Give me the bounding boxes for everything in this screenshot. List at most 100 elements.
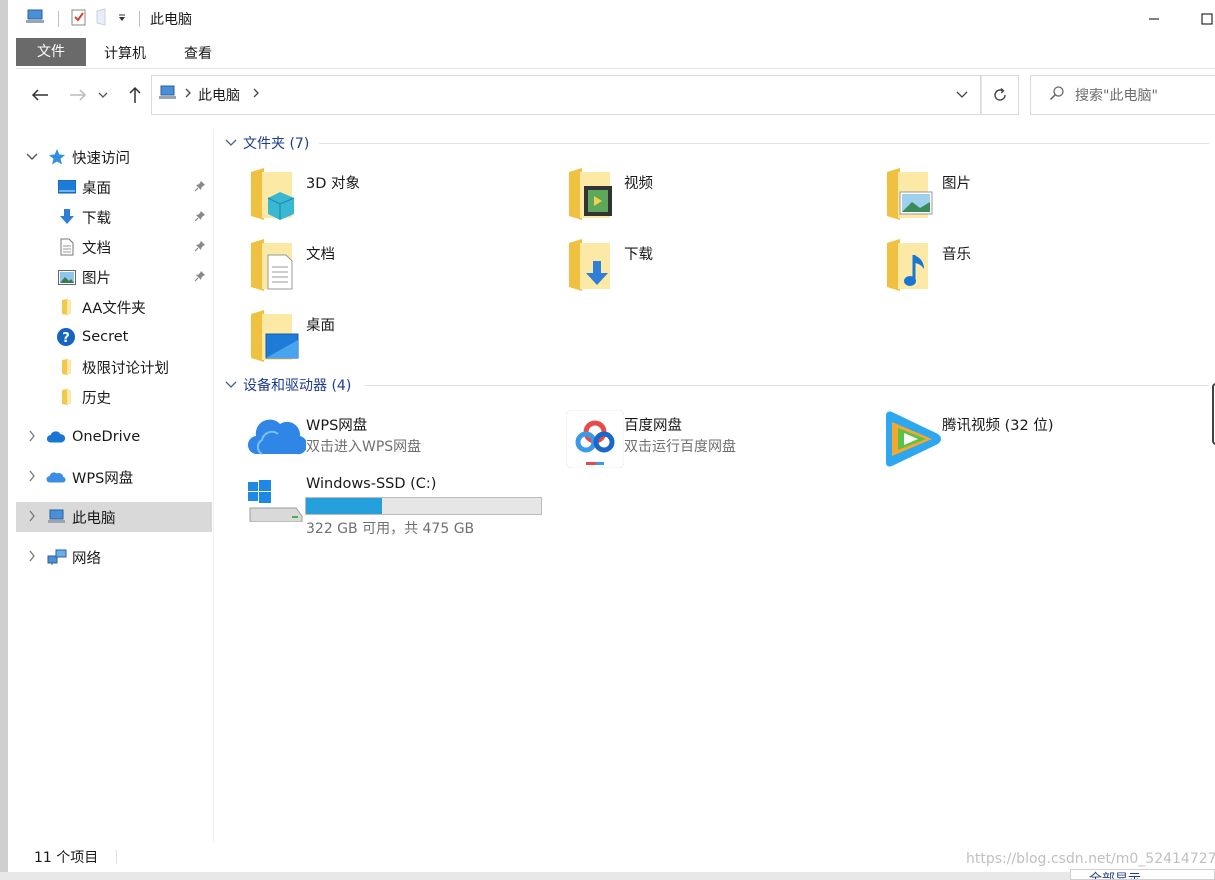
pictures-folder-icon (884, 168, 944, 232)
sidebar-item-documents[interactable]: 文档 (16, 232, 212, 262)
group-title: 设备和驱动器 (4) (243, 378, 352, 394)
breadcrumb-separator-icon (184, 87, 192, 103)
qat-separator (58, 11, 59, 27)
sidebar-item-label: 图片 (82, 270, 111, 287)
drive-usage-bar (305, 497, 542, 515)
sidebar-item-label: 网络 (72, 550, 101, 567)
sidebar-item-label: 文档 (82, 240, 111, 257)
drive-name: Windows-SSD (C:) (306, 476, 437, 492)
pin-icon[interactable] (194, 240, 206, 255)
maximize-icon (1201, 13, 1213, 25)
desktop-folder-icon (248, 310, 308, 374)
folder-name: 桌面 (306, 318, 335, 334)
download-arrow-icon (57, 207, 77, 227)
sidebar-item-secret[interactable]: ? Secret (16, 322, 212, 352)
new-folder-icon[interactable] (95, 8, 109, 30)
sidebar-item-label: OneDrive (72, 429, 141, 445)
collapse-chevron-icon (225, 381, 237, 388)
sidebar-item-network[interactable]: 网络 (16, 542, 212, 572)
ribbon-tabs: 文件 计算机 查看 (16, 38, 1215, 69)
cloud-icon (46, 427, 66, 447)
folder-tile-pictures[interactable]: 图片 (884, 168, 1184, 232)
desktop-icon (57, 177, 77, 197)
videos-folder-icon (566, 168, 626, 232)
tencent-video-icon (884, 410, 944, 474)
wps-cloud-icon (247, 410, 308, 474)
sidebar-item-history[interactable]: 历史 (16, 382, 212, 412)
up-button[interactable] (122, 82, 148, 108)
minimize-button[interactable] (1131, 0, 1177, 38)
folder-tile-music[interactable]: 音乐 (884, 239, 1184, 303)
breadcrumb-chevron-icon[interactable] (252, 87, 260, 103)
device-tile-wps[interactable]: WPS网盘 双击进入WPS网盘 (247, 410, 548, 474)
sidebar-item-pictures[interactable]: 图片 (16, 262, 212, 292)
maximize-button[interactable] (1184, 0, 1215, 38)
folder-tile-3d-objects[interactable]: 3D 对象 (248, 168, 548, 232)
search-input[interactable]: 搜索"此电脑" (1075, 85, 1158, 105)
qat-dropdown-icon[interactable] (117, 11, 127, 27)
chevron-down-icon (98, 92, 108, 98)
tab-computer[interactable]: 计算机 (90, 41, 160, 67)
back-arrow-icon (31, 89, 48, 101)
tab-file[interactable]: 文件 (16, 38, 86, 66)
sidebar-item-quick-access[interactable]: 快速访问 (16, 142, 212, 172)
search-icon (1049, 85, 1065, 105)
window-title: 此电脑 (150, 12, 192, 28)
item-count: 11 个项目 (34, 850, 99, 866)
watermark: https://blog.csdn.net/m0_52414727 (966, 851, 1215, 867)
folder-tile-documents[interactable]: 文档 (248, 239, 548, 303)
sidebar-item-onedrive[interactable]: OneDrive (16, 422, 212, 452)
properties-icon[interactable] (71, 8, 87, 30)
pin-icon[interactable] (194, 210, 206, 225)
computer-icon (47, 507, 67, 527)
sidebar-item-aa-folder[interactable]: AA文件夹 (16, 292, 212, 322)
this-pc-icon (158, 85, 178, 105)
expand-chevron-icon[interactable] (28, 470, 38, 485)
folder-name: 3D 对象 (306, 176, 360, 192)
show-all-button[interactable]: 全部显示 (1070, 869, 1215, 880)
group-divider (365, 385, 1209, 386)
device-tile-tencent-video[interactable]: 腾讯视频 (32 位) (884, 410, 1184, 474)
refresh-button[interactable] (981, 75, 1019, 115)
sidebar-item-limit-plan[interactable]: 极限讨论计划 (16, 352, 212, 382)
sidebar-item-this-pc[interactable]: 此电脑 (16, 502, 212, 532)
forward-button[interactable] (65, 82, 91, 108)
expand-chevron-icon[interactable] (28, 430, 38, 445)
device-name: WPS网盘 (306, 418, 368, 434)
back-button[interactable] (27, 82, 53, 108)
qat-separator-2 (139, 11, 140, 27)
star-icon (47, 147, 67, 167)
music-folder-icon (884, 239, 944, 303)
status-separator (116, 850, 117, 864)
folder-tile-downloads[interactable]: 下载 (566, 239, 866, 303)
pin-icon[interactable] (194, 270, 206, 285)
folder-tile-videos[interactable]: 视频 (566, 168, 866, 232)
folder-tile-desktop[interactable]: 桌面 (248, 310, 548, 374)
computer-icon[interactable] (26, 8, 46, 30)
devices-group-header[interactable]: 设备和驱动器 (4) (225, 375, 351, 395)
sidebar-item-label: 快速访问 (72, 150, 130, 167)
device-tile-baidu[interactable]: 百度网盘 双击运行百度网盘 (565, 409, 866, 474)
folder-name: 视频 (624, 176, 653, 192)
recent-locations-button[interactable] (96, 82, 110, 108)
folders-group-header[interactable]: 文件夹 (7) (225, 133, 309, 153)
expand-chevron-icon[interactable] (28, 510, 38, 525)
address-history-button[interactable] (944, 76, 980, 114)
expand-chevron-icon[interactable] (28, 550, 38, 565)
wps-cloud-icon (46, 467, 66, 487)
help-icon: ? (56, 327, 76, 347)
breadcrumb-this-pc[interactable]: 此电脑 (198, 85, 240, 105)
tab-view[interactable]: 查看 (170, 41, 226, 67)
up-arrow-icon (129, 86, 141, 103)
network-icon (47, 547, 67, 567)
sidebar-item-wps[interactable]: WPS网盘 (16, 462, 212, 492)
explorer-window: 此电脑 文件 计算机 查看 此电脑 搜索"此电脑" 快速访问 桌面 下载 文档 … (0, 0, 1215, 880)
sidebar-item-desktop[interactable]: 桌面 (16, 172, 212, 202)
sidebar-item-downloads[interactable]: 下载 (16, 202, 212, 232)
navigation-bar: 此电脑 搜索"此电脑" (16, 70, 1215, 120)
folder-name: 文档 (306, 247, 335, 263)
search-box[interactable]: 搜索"此电脑" (1030, 75, 1215, 115)
address-bar[interactable]: 此电脑 (151, 75, 981, 115)
pin-icon[interactable] (194, 180, 206, 195)
expand-chevron-icon[interactable] (26, 150, 38, 164)
